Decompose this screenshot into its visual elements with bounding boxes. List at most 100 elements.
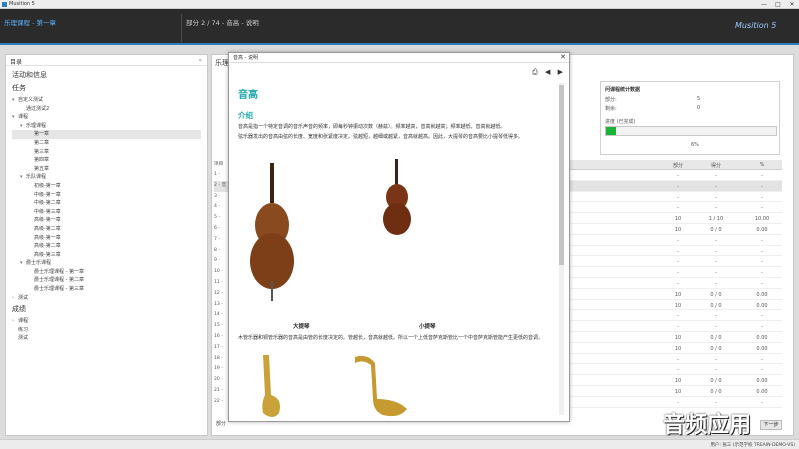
table-cell: 0 / 0 (710, 378, 722, 385)
tree-item[interactable]: 第五章 (12, 165, 207, 174)
table-cell: - (761, 313, 763, 320)
prev-page-icon[interactable]: ◀ (545, 68, 550, 76)
tree-item[interactable]: 爵士乐理课程 - 第三章 (12, 285, 207, 294)
table-row[interactable]: --- (566, 310, 782, 322)
tree-item[interactable]: 中级-第三章 (12, 208, 207, 217)
table-cell: - (761, 237, 763, 244)
tree-item-label: 高级-第一章 (34, 217, 61, 224)
column-header[interactable]: % (750, 162, 774, 168)
maximize-button[interactable]: □ (771, 0, 785, 9)
tree-item-label: 通过测试2 (26, 105, 50, 112)
tree-item[interactable]: 中级-第二章 (12, 199, 207, 208)
table-cell: 0 / 0 (710, 302, 722, 309)
tree-item[interactable]: 通过测试2 (12, 105, 207, 114)
tree-item[interactable]: ▾ 课程 (12, 113, 207, 122)
dialog-content: 音高 介绍 音高是指一个特定音调的音乐声音的频率，即每秒钟振动次数（赫兹）。频率… (238, 86, 560, 141)
table-row[interactable]: --- (566, 256, 782, 268)
table-row[interactable]: --- (566, 246, 782, 257)
table-row[interactable]: --- (566, 321, 782, 332)
tree-item[interactable]: 测试 (12, 334, 207, 343)
tree-item-label: 爵士乐理课程 - 第一章 (34, 268, 84, 275)
table-cell: - (761, 259, 763, 266)
table-row[interactable]: 10 0 / 0 0.00 (566, 300, 782, 311)
table-row[interactable]: 10 0 / 0 0.00 (566, 332, 782, 343)
table-row[interactable]: --- (566, 397, 782, 408)
tree-item[interactable]: 初级-第一章 (12, 182, 207, 191)
tree-section-header[interactable]: 成绩 (12, 304, 207, 314)
tree-item[interactable]: ▾ 乐理课程 (12, 122, 207, 131)
baritone-sax-shape (355, 355, 407, 417)
table-row[interactable]: 10 0 / 0 0.00 (566, 343, 782, 354)
tree-item[interactable]: 高级-第二章 (12, 225, 207, 234)
tree-item[interactable]: 第一章 (12, 130, 201, 139)
table-cell: - (677, 194, 679, 201)
table-cell: - (761, 205, 763, 212)
table-row[interactable]: --- (566, 267, 782, 278)
print-icon[interactable]: ⎙ (532, 68, 538, 76)
header-divider (181, 14, 182, 42)
tree-item[interactable]: › 课程 (12, 317, 207, 326)
tree-item[interactable]: 高级-第三章 (12, 251, 207, 260)
collapse-panel-icon[interactable]: « (198, 57, 202, 64)
tree-item[interactable]: 高级-第一章 (12, 216, 207, 225)
tree-item-label: 乐理课程 (26, 122, 47, 129)
table-row[interactable]: 10 1 / 10 10.00 (566, 213, 782, 224)
table-cell: - (677, 248, 679, 255)
table-row[interactable]: 10 0 / 0 0.00 (566, 224, 782, 235)
tree-item[interactable]: ▾ 爵士乐课程 (12, 259, 207, 268)
table-row[interactable]: --- (566, 192, 782, 203)
table-row[interactable]: --- (566, 235, 782, 246)
dialog-title: 音高 - 说明 (233, 55, 258, 61)
table-row[interactable]: --- (566, 354, 782, 365)
table-cell: 10 (674, 388, 682, 395)
tree-section-header[interactable]: 任务 (12, 83, 207, 93)
next-page-icon[interactable]: ▶ (558, 68, 563, 76)
table-row[interactable]: 10 0 / 0 0.00 (566, 289, 782, 300)
table-cell: 10 (674, 226, 682, 233)
tree-item[interactable]: 高级-第一章 (12, 234, 207, 243)
close-dialog-button[interactable]: ✕ (560, 53, 566, 61)
table-row[interactable]: 10 0 / 0 0.00 (566, 386, 782, 397)
stats-value: 5 (697, 96, 701, 102)
table-row[interactable]: --- (566, 170, 782, 181)
progress-bar (605, 126, 777, 136)
section-title: 部分 2 / 74 - 音高 - 说明 (186, 19, 259, 27)
table-cell: - (677, 270, 679, 277)
progress-label: 进度 (已完成) (605, 119, 636, 125)
tree-item-label: 第二章 (34, 139, 50, 146)
progress-fill (606, 127, 617, 135)
score-table: 部分 得分% - - - - - - - - - - - - 10 1 / 10 10.00 10 0 / 0 0.0… (566, 160, 782, 408)
dialog-scrollbar[interactable] (559, 83, 564, 415)
tree-item-label: 高级-第二章 (34, 225, 61, 232)
tree-section-header[interactable]: 活动和信息 (12, 70, 207, 80)
tree-item-label: 第三章 (34, 148, 50, 155)
tree-item[interactable]: 练习 (12, 326, 207, 335)
tree-item[interactable]: 第四章 (12, 156, 207, 165)
table-row[interactable]: 10 0 / 0 0.00 (566, 375, 782, 386)
table-cell: 0.00 (756, 334, 768, 341)
tree-item[interactable]: 第三章 (12, 148, 207, 157)
minimize-button[interactable]: — (757, 0, 771, 9)
table-row[interactable]: --- (566, 202, 782, 214)
tree-item[interactable]: ▾ 乐队课程 (12, 173, 207, 182)
scrollbar-thumb[interactable] (559, 85, 564, 265)
table-row[interactable]: --- (566, 364, 782, 376)
tree-item[interactable]: 高级-第二章 (12, 242, 207, 251)
column-header[interactable]: 得分 (704, 162, 728, 169)
table-row[interactable]: --- (566, 278, 782, 289)
table-row[interactable]: --- (566, 180, 782, 192)
next-button[interactable]: 下一步 (760, 420, 782, 430)
tree-item[interactable]: › 测试 (12, 294, 207, 303)
tree-item[interactable]: 第二章 (12, 139, 207, 148)
dialog-toolbar: ⎙ ◀ ▶ (527, 68, 563, 77)
tree-item[interactable]: 中级-第一章 (12, 191, 207, 200)
tree-item[interactable]: ▾ 自定义测试 (12, 96, 207, 105)
column-header[interactable]: 部分 (666, 162, 690, 169)
close-window-button[interactable]: ✕ (785, 0, 799, 9)
tree-item[interactable]: 爵士乐理课程 - 第二章 (12, 276, 207, 285)
stats-label: 部分: (605, 97, 617, 103)
violin-caption: 小提琴 (419, 324, 436, 330)
tree-item[interactable]: 爵士乐理课程 - 第一章 (12, 268, 207, 277)
course-title[interactable]: 乐理课程 - 第一章 (4, 17, 56, 27)
table-cell: - (761, 367, 763, 374)
